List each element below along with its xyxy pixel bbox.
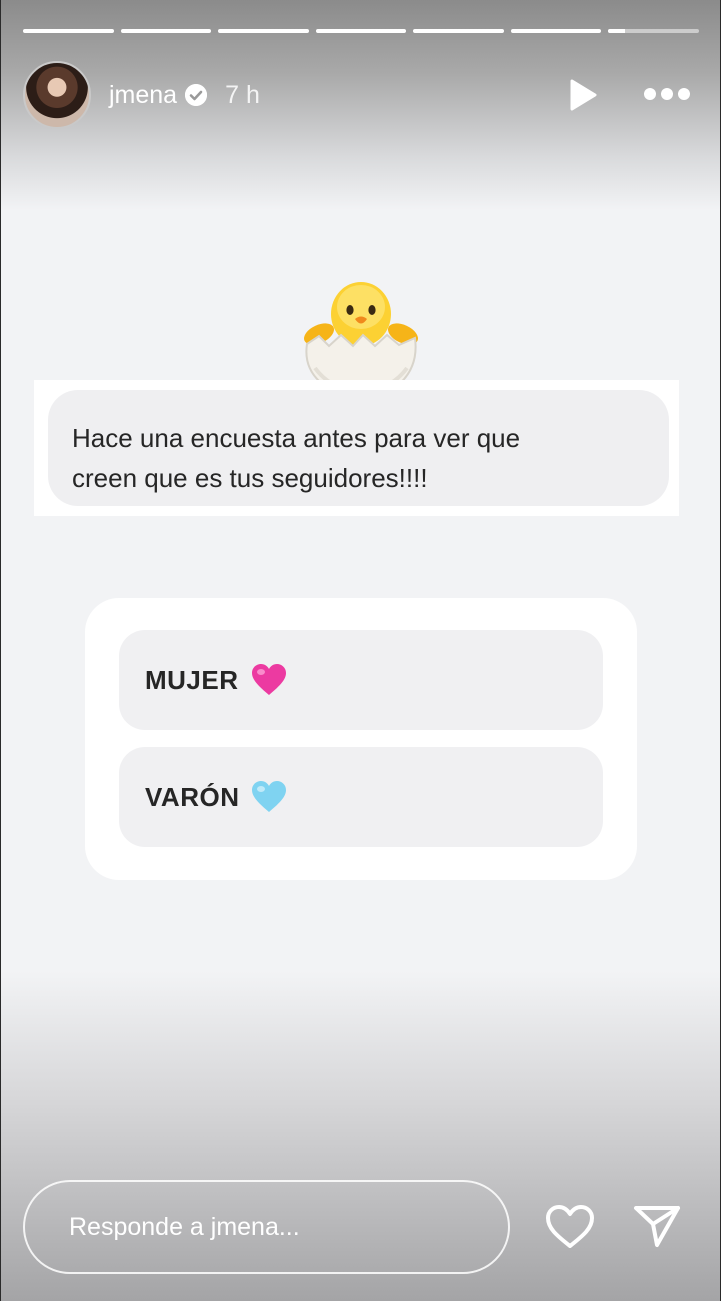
light-blue-heart-icon — [252, 781, 287, 812]
poll-option-label: MUJER — [145, 664, 239, 695]
progress-segment-fill — [120, 29, 212, 33]
question-text-line-2: creen que es tus seguidores!!!! — [72, 463, 428, 493]
progress-segment-fill — [23, 29, 114, 33]
poll-option-label: VARÓN — [145, 781, 240, 812]
question-sticker: Hace una encuesta antes para ver que cre… — [34, 380, 679, 516]
story-header: jmena 7 h — [23, 60, 690, 130]
story-viewer[interactable]: jmena 7 h Hace una encuesta antes para v… — [0, 0, 721, 1301]
pink-heart-icon — [251, 664, 286, 695]
play-icon[interactable] — [568, 78, 598, 112]
progress-segment — [608, 29, 700, 33]
username[interactable]: jmena — [109, 81, 177, 110]
poll-option-varon[interactable]: VARÓN — [119, 747, 603, 847]
progress-segment — [120, 29, 212, 33]
progress-segment-fill — [218, 29, 309, 33]
question-bubble: Hace una encuesta antes para ver que cre… — [48, 390, 669, 506]
send-icon[interactable] — [633, 1204, 681, 1248]
progress-segment — [510, 29, 602, 33]
progress-segment — [413, 29, 504, 33]
more-icon[interactable] — [644, 88, 690, 102]
progress-segment — [315, 29, 407, 33]
poll-option-mujer[interactable]: MUJER — [119, 630, 603, 730]
verified-badge-icon — [185, 84, 208, 106]
reply-placeholder: Responde a jmena... — [69, 1212, 300, 1241]
progress-segment-fill — [608, 29, 625, 33]
reply-input[interactable]: Responde a jmena... — [23, 1180, 510, 1274]
heart-outline-icon[interactable] — [545, 1204, 595, 1250]
progress-segment-fill — [315, 29, 407, 33]
progress-segment — [23, 29, 114, 33]
progress-segment-fill — [413, 29, 504, 33]
poll-sticker: MUJER VARÓN — [85, 598, 637, 880]
story-progress-bar — [23, 29, 700, 33]
question-text-line-1: Hace una encuesta antes para ver que — [72, 423, 521, 453]
progress-segment — [218, 29, 309, 33]
post-time: 7 h — [225, 80, 260, 109]
progress-segment-fill — [510, 29, 602, 33]
avatar[interactable] — [23, 61, 91, 129]
